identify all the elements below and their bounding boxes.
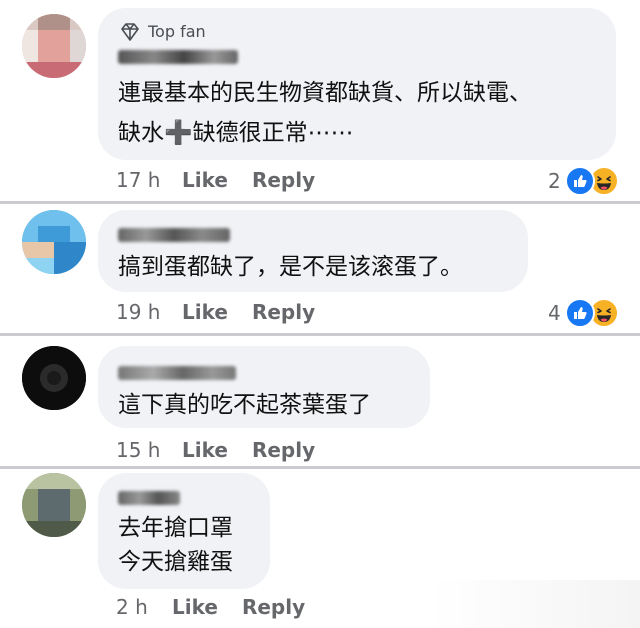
comment-actions: 19 h Like Reply	[116, 300, 339, 324]
author-name[interactable]	[118, 491, 180, 505]
comment-line: 連最基本的民生物資都缺貨、所以缺電、	[118, 80, 532, 106]
like-reaction-icon	[564, 298, 595, 328]
top-fan-badge: Top fan	[120, 22, 206, 41]
avatar[interactable]	[22, 14, 86, 78]
comment-actions: 15 h Like Reply	[116, 438, 339, 462]
reactions-summary[interactable]: 2	[548, 166, 619, 196]
reply-button[interactable]: Reply	[252, 168, 315, 192]
comment-actions: 2 h Like Reply	[116, 595, 329, 619]
comment-2: 搞到蛋都缺了，是不是该滚蛋了。 19 h Like Reply 4	[0, 204, 640, 333]
reply-button[interactable]: Reply	[252, 300, 315, 324]
comment-bubble: Top fan 連最基本的民生物資都缺貨、所以缺電、 缺水➕缺德很正常⋯⋯	[98, 8, 616, 160]
like-button[interactable]: Like	[172, 595, 218, 619]
avatar[interactable]	[22, 210, 86, 274]
like-button[interactable]: Like	[182, 438, 228, 462]
comment-line: 去年搶口罩	[118, 515, 233, 541]
timestamp[interactable]: 19 h	[116, 300, 182, 324]
timestamp[interactable]: 2 h	[116, 595, 172, 619]
author-name[interactable]	[118, 50, 238, 64]
like-reaction-icon	[564, 166, 595, 196]
comment-line: 今天搶雞蛋	[118, 549, 233, 575]
badge-label: Top fan	[148, 22, 206, 41]
reply-button[interactable]: Reply	[252, 438, 315, 462]
comment-bubble: 搞到蛋都缺了，是不是该滚蛋了。	[98, 210, 528, 292]
like-button[interactable]: Like	[182, 168, 228, 192]
like-button[interactable]: Like	[182, 300, 228, 324]
author-name[interactable]	[118, 366, 236, 380]
comment-bubble: 去年搶口罩 今天搶雞蛋	[98, 473, 270, 589]
comment-line: 缺水➕缺德很正常⋯⋯	[118, 120, 354, 146]
timestamp[interactable]: 17 h	[116, 168, 182, 192]
reactions-summary[interactable]: 4	[548, 298, 619, 328]
reactions-count: 2	[548, 169, 561, 193]
comment-3: 這下真的吃不起茶葉蛋了 15 h Like Reply	[0, 336, 640, 466]
comment-1: Top fan 連最基本的民生物資都缺貨、所以缺電、 缺水➕缺德很正常⋯⋯ 17…	[0, 0, 640, 201]
reactions-count: 4	[548, 301, 561, 325]
comment-actions: 17 h Like Reply	[116, 168, 339, 192]
comment-bubble: 這下真的吃不起茶葉蛋了	[98, 346, 430, 428]
avatar[interactable]	[22, 473, 86, 537]
avatar[interactable]	[22, 346, 86, 410]
timestamp[interactable]: 15 h	[116, 438, 182, 462]
edge-fade	[430, 580, 640, 628]
reply-button[interactable]: Reply	[242, 595, 305, 619]
comment-line: 這下真的吃不起茶葉蛋了	[118, 392, 371, 418]
author-name[interactable]	[118, 228, 230, 242]
comment-line: 搞到蛋都缺了，是不是该滚蛋了。	[118, 254, 463, 280]
diamond-icon	[121, 22, 139, 41]
